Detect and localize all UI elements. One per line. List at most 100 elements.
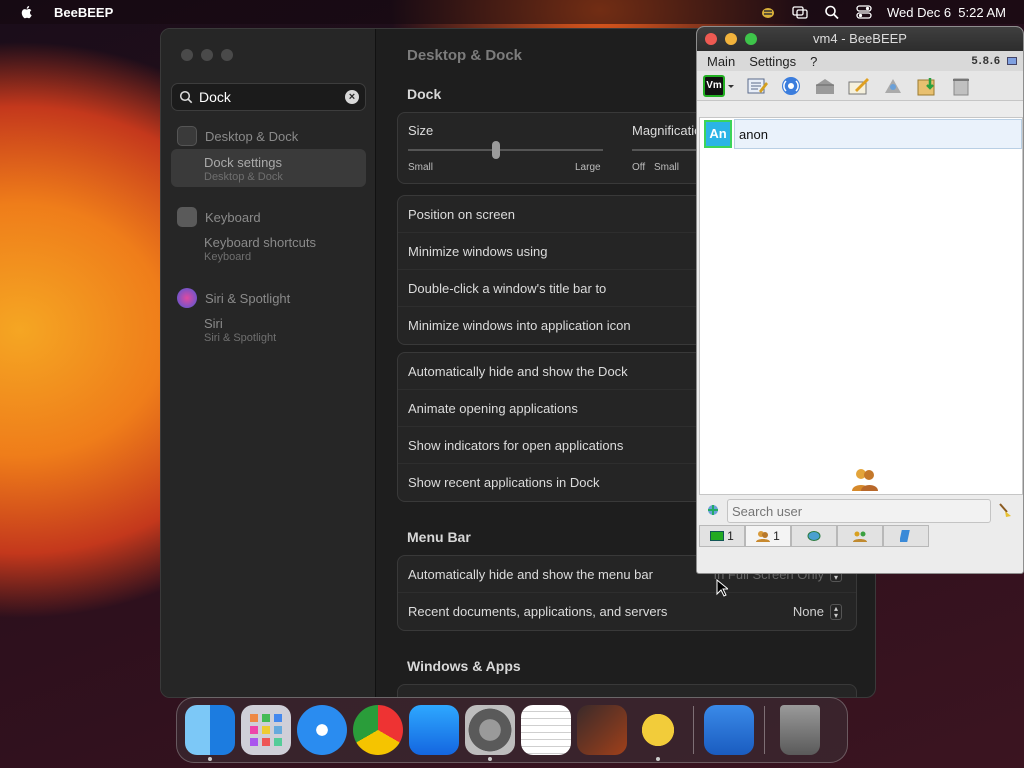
magnification-slider-track[interactable] xyxy=(632,149,702,151)
app-store-icon[interactable] xyxy=(409,705,459,755)
edit-profile-icon[interactable] xyxy=(745,75,769,97)
system-settings-icon[interactable] xyxy=(465,705,515,761)
search-user-input[interactable] xyxy=(727,499,991,523)
weather-icon[interactable] xyxy=(704,705,754,755)
row-label: Animate opening applications xyxy=(408,400,578,416)
sidebar-item-subtitle: Keyboard xyxy=(204,251,252,263)
running-indicator xyxy=(488,757,492,761)
row-label: Recent documents, applications, and serv… xyxy=(408,604,668,619)
size-slider-track[interactable] xyxy=(408,149,603,151)
network-broadcast-icon[interactable] xyxy=(779,75,803,97)
sidebar-item-siri[interactable]: Siri Siri & Spotlight xyxy=(171,310,366,348)
close-button[interactable] xyxy=(181,49,193,61)
search-user-bar xyxy=(697,497,1023,523)
control-center-icon[interactable] xyxy=(855,4,873,20)
settings-search-field[interactable]: Dock × xyxy=(171,83,366,111)
windows-apps-panel xyxy=(397,684,857,697)
sidebar-group-label: Keyboard xyxy=(205,209,261,225)
beebeep-icon[interactable] xyxy=(633,705,683,761)
user-list-item[interactable]: anon xyxy=(734,119,1022,149)
sidebar-group-keyboard[interactable]: Keyboard xyxy=(177,206,261,228)
screen-mirroring-icon[interactable] xyxy=(791,4,809,20)
sidebar-item-keyboard-shortcuts[interactable]: Keyboard shortcuts Keyboard xyxy=(171,229,366,267)
network-users-icon xyxy=(853,531,867,542)
beebeep-menubar: Main Settings ? 5.8.6 xyxy=(697,51,1023,71)
sidebar-item-subtitle: Desktop & Dock xyxy=(204,171,283,183)
sidebar-group-siri-spotlight[interactable]: Siri & Spotlight xyxy=(177,287,290,309)
menu-help[interactable]: ? xyxy=(810,54,817,69)
beebeep-close-button[interactable] xyxy=(705,33,717,45)
beebeep-window: vm4 - BeeBEEP Main Settings ? 5.8.6 Vm A… xyxy=(696,26,1024,574)
user-avatar[interactable]: An xyxy=(704,120,732,148)
menubar-clock[interactable]: Wed Dec 6 5:22 AM xyxy=(887,5,1006,20)
beebeep-zoom-button[interactable] xyxy=(745,33,757,45)
user-list: An anon xyxy=(699,117,1023,495)
dock-separator xyxy=(764,706,765,754)
status-vm-button[interactable]: Vm xyxy=(703,74,725,97)
sidebar-item-dock-settings[interactable]: Dock settings Desktop & Dock xyxy=(171,149,366,187)
tab-users[interactable]: 1 xyxy=(699,525,745,547)
plugins-icon[interactable] xyxy=(881,75,905,97)
sidebar-group-label: Desktop & Dock xyxy=(205,128,299,144)
safari-icon[interactable] xyxy=(297,705,347,755)
menu-settings[interactable]: Settings xyxy=(749,54,796,69)
beebeep-minimize-button[interactable] xyxy=(725,33,737,45)
menu-bar-section-heading: Menu Bar xyxy=(407,529,471,545)
write-message-icon[interactable] xyxy=(847,75,871,97)
beebeep-status-icon[interactable] xyxy=(759,4,777,20)
chevron-down-icon[interactable] xyxy=(727,75,735,97)
search-icon xyxy=(179,90,193,104)
beebeep-window-title: vm4 - BeeBEEP xyxy=(813,31,907,46)
row-label: Show recent applications in Dock xyxy=(408,475,600,490)
tab-users-network[interactable] xyxy=(837,525,883,547)
desktop-dock-icon xyxy=(177,126,197,146)
mouse-cursor-icon xyxy=(716,579,728,597)
search-options-icon[interactable] xyxy=(705,502,721,518)
menu-main[interactable]: Main xyxy=(707,54,735,69)
running-indicator xyxy=(208,757,212,761)
tab-chats[interactable] xyxy=(791,525,837,547)
garageband-icon[interactable] xyxy=(577,705,627,755)
tab-file-sharing[interactable] xyxy=(883,525,929,547)
keyboard-icon xyxy=(177,207,197,227)
page-title: Desktop & Dock xyxy=(407,47,523,64)
sidebar-group-desktop-dock[interactable]: Desktop & Dock xyxy=(177,125,298,147)
row-label: Double-click a window's title bar to xyxy=(408,280,607,296)
minimize-button[interactable] xyxy=(201,49,213,61)
zoom-button[interactable] xyxy=(221,49,233,61)
spotlight-search-icon[interactable] xyxy=(823,4,841,20)
magnification-off-label: Off xyxy=(632,162,646,173)
recent-documents-row[interactable]: Recent documents, applications, and serv… xyxy=(398,593,856,630)
siri-icon xyxy=(177,288,197,308)
launchpad-icon[interactable] xyxy=(241,705,291,755)
sidebar-item-title: Dock settings xyxy=(204,155,283,170)
people-icon xyxy=(852,469,878,491)
tab-groups[interactable]: 1 xyxy=(745,525,791,547)
clear-search-icon[interactable]: × xyxy=(345,90,359,104)
beebeep-view-tabs: 1 1 xyxy=(699,525,929,547)
beebeep-titlebar[interactable]: vm4 - BeeBEEP xyxy=(697,27,1023,51)
popup-chevrons-icon: ▴▾ xyxy=(830,603,842,620)
recent-documents-popup[interactable]: None ▴ ▾ xyxy=(793,603,842,620)
group-tab-icon xyxy=(756,531,771,542)
dock-separator xyxy=(693,706,694,754)
macos-menubar: BeeBEEP Wed Dec 6 5:22 AM xyxy=(0,0,1024,24)
size-max-label: Large xyxy=(575,162,601,173)
apple-menu-icon[interactable] xyxy=(19,4,35,20)
row-label: Automatically hide and show the menu bar xyxy=(408,566,653,582)
size-min-label: Small xyxy=(408,162,434,173)
textedit-icon[interactable] xyxy=(521,705,571,755)
users-tab-icon xyxy=(710,531,725,541)
download-folder-icon[interactable] xyxy=(915,75,939,97)
trash-icon[interactable] xyxy=(780,705,820,755)
save-chat-icon[interactable] xyxy=(813,75,837,97)
clear-search-broom-icon[interactable] xyxy=(997,502,1013,518)
chrome-icon[interactable] xyxy=(353,705,403,755)
clear-history-icon[interactable] xyxy=(949,75,973,97)
menubar-app-name[interactable]: BeeBEEP xyxy=(54,5,113,20)
size-slider-knob[interactable] xyxy=(491,141,500,159)
finder-icon[interactable] xyxy=(185,705,235,761)
beebeep-toolbar: Vm xyxy=(697,71,1023,101)
running-indicator xyxy=(656,757,660,761)
chat-bubble-icon xyxy=(807,531,821,541)
